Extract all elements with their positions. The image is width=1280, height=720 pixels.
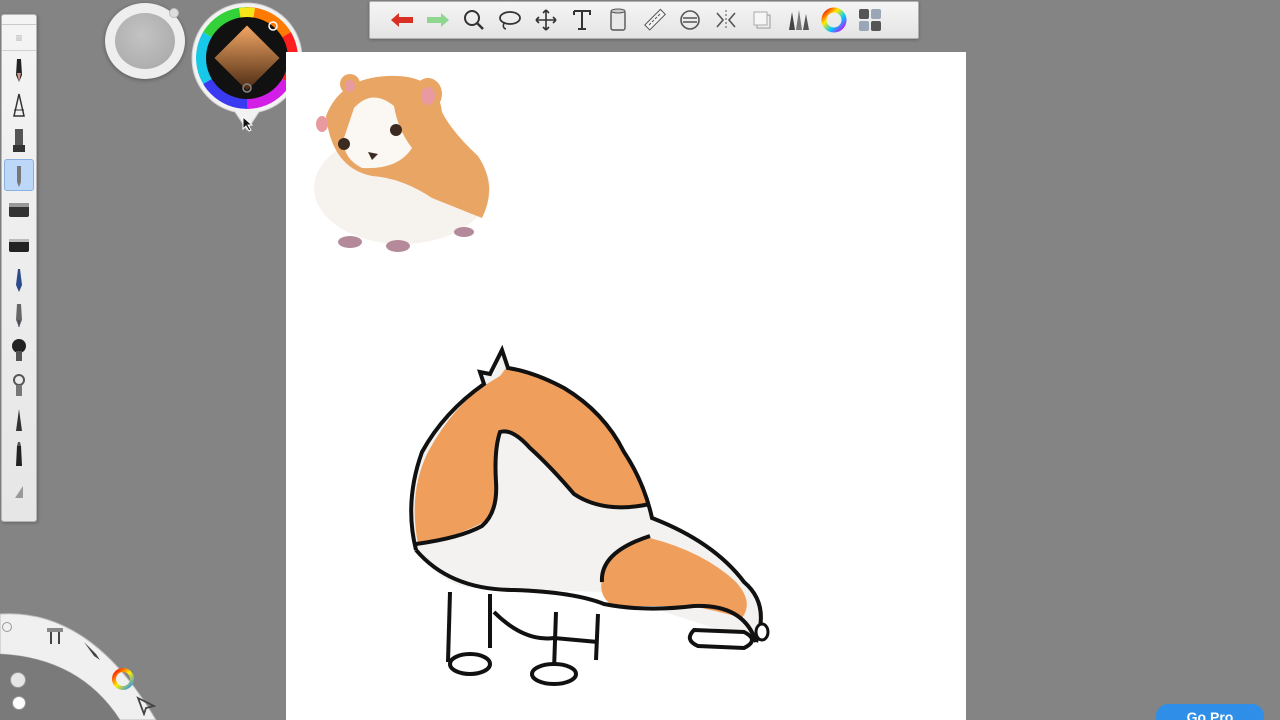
smear-tool-icon[interactable] bbox=[4, 369, 34, 401]
color-icon[interactable] bbox=[816, 3, 852, 37]
lagoon-menu[interactable] bbox=[0, 608, 160, 720]
zoom-icon[interactable] bbox=[456, 3, 492, 37]
layers-icon[interactable] bbox=[852, 3, 888, 37]
move-icon[interactable] bbox=[528, 3, 564, 37]
brush-size-puck[interactable] bbox=[105, 3, 185, 79]
hard-eraser-tool-icon[interactable] bbox=[4, 229, 34, 261]
symmetry-icon[interactable] bbox=[672, 3, 708, 37]
drawing-canvas[interactable] bbox=[286, 52, 966, 720]
lagoon-settings-icon[interactable] bbox=[2, 622, 12, 632]
brush-opacity-indicator[interactable] bbox=[115, 13, 175, 69]
mouse-cursor-icon bbox=[242, 115, 254, 137]
soft-brush-tool-icon[interactable] bbox=[4, 334, 34, 366]
lasso-icon[interactable] bbox=[492, 3, 528, 37]
text-icon[interactable] bbox=[564, 3, 600, 37]
chisel-tool-icon[interactable] bbox=[4, 474, 34, 506]
go-pro-button[interactable]: Go Pro bbox=[1156, 704, 1264, 720]
main-toolbar bbox=[369, 1, 919, 39]
lagoon-pen-mode-icon[interactable] bbox=[10, 672, 26, 688]
marker-tool-icon[interactable] bbox=[4, 124, 34, 156]
eraser-tool-icon[interactable] bbox=[4, 194, 34, 226]
felt-pen-tool-icon[interactable] bbox=[4, 439, 34, 471]
undo-icon[interactable] bbox=[384, 3, 420, 37]
brush-library-icon[interactable] bbox=[780, 3, 816, 37]
ballpoint-pen-tool-icon[interactable] bbox=[4, 89, 34, 121]
puck-toggle-icon[interactable] bbox=[169, 8, 179, 18]
fine-pen-tool-icon[interactable] bbox=[4, 299, 34, 331]
lagoon-color-icon[interactable] bbox=[110, 666, 136, 697]
palette-grip[interactable] bbox=[2, 15, 36, 25]
fill-icon[interactable] bbox=[600, 3, 636, 37]
redo-icon[interactable] bbox=[420, 3, 456, 37]
palette-settings-icon[interactable]: ≡ bbox=[2, 25, 36, 51]
lagoon-brush-icon[interactable] bbox=[82, 640, 104, 667]
hamster-drawing bbox=[409, 344, 770, 686]
pencil-tool-icon[interactable] bbox=[4, 54, 34, 86]
hamster-reference-image bbox=[314, 74, 490, 252]
lagoon-select-icon[interactable] bbox=[136, 696, 157, 720]
perspective-icon[interactable] bbox=[708, 3, 744, 37]
ruler-icon[interactable] bbox=[636, 3, 672, 37]
lagoon-toolbox-icon[interactable] bbox=[44, 626, 66, 653]
technical-pen-tool-icon[interactable] bbox=[4, 404, 34, 436]
tool-palette: ≡ bbox=[1, 14, 37, 522]
copy-icon[interactable] bbox=[744, 3, 780, 37]
airbrush-tool-icon[interactable] bbox=[4, 159, 34, 191]
lagoon-dot-icon[interactable] bbox=[12, 696, 26, 710]
paint-brush-tool-icon[interactable] bbox=[4, 264, 34, 296]
